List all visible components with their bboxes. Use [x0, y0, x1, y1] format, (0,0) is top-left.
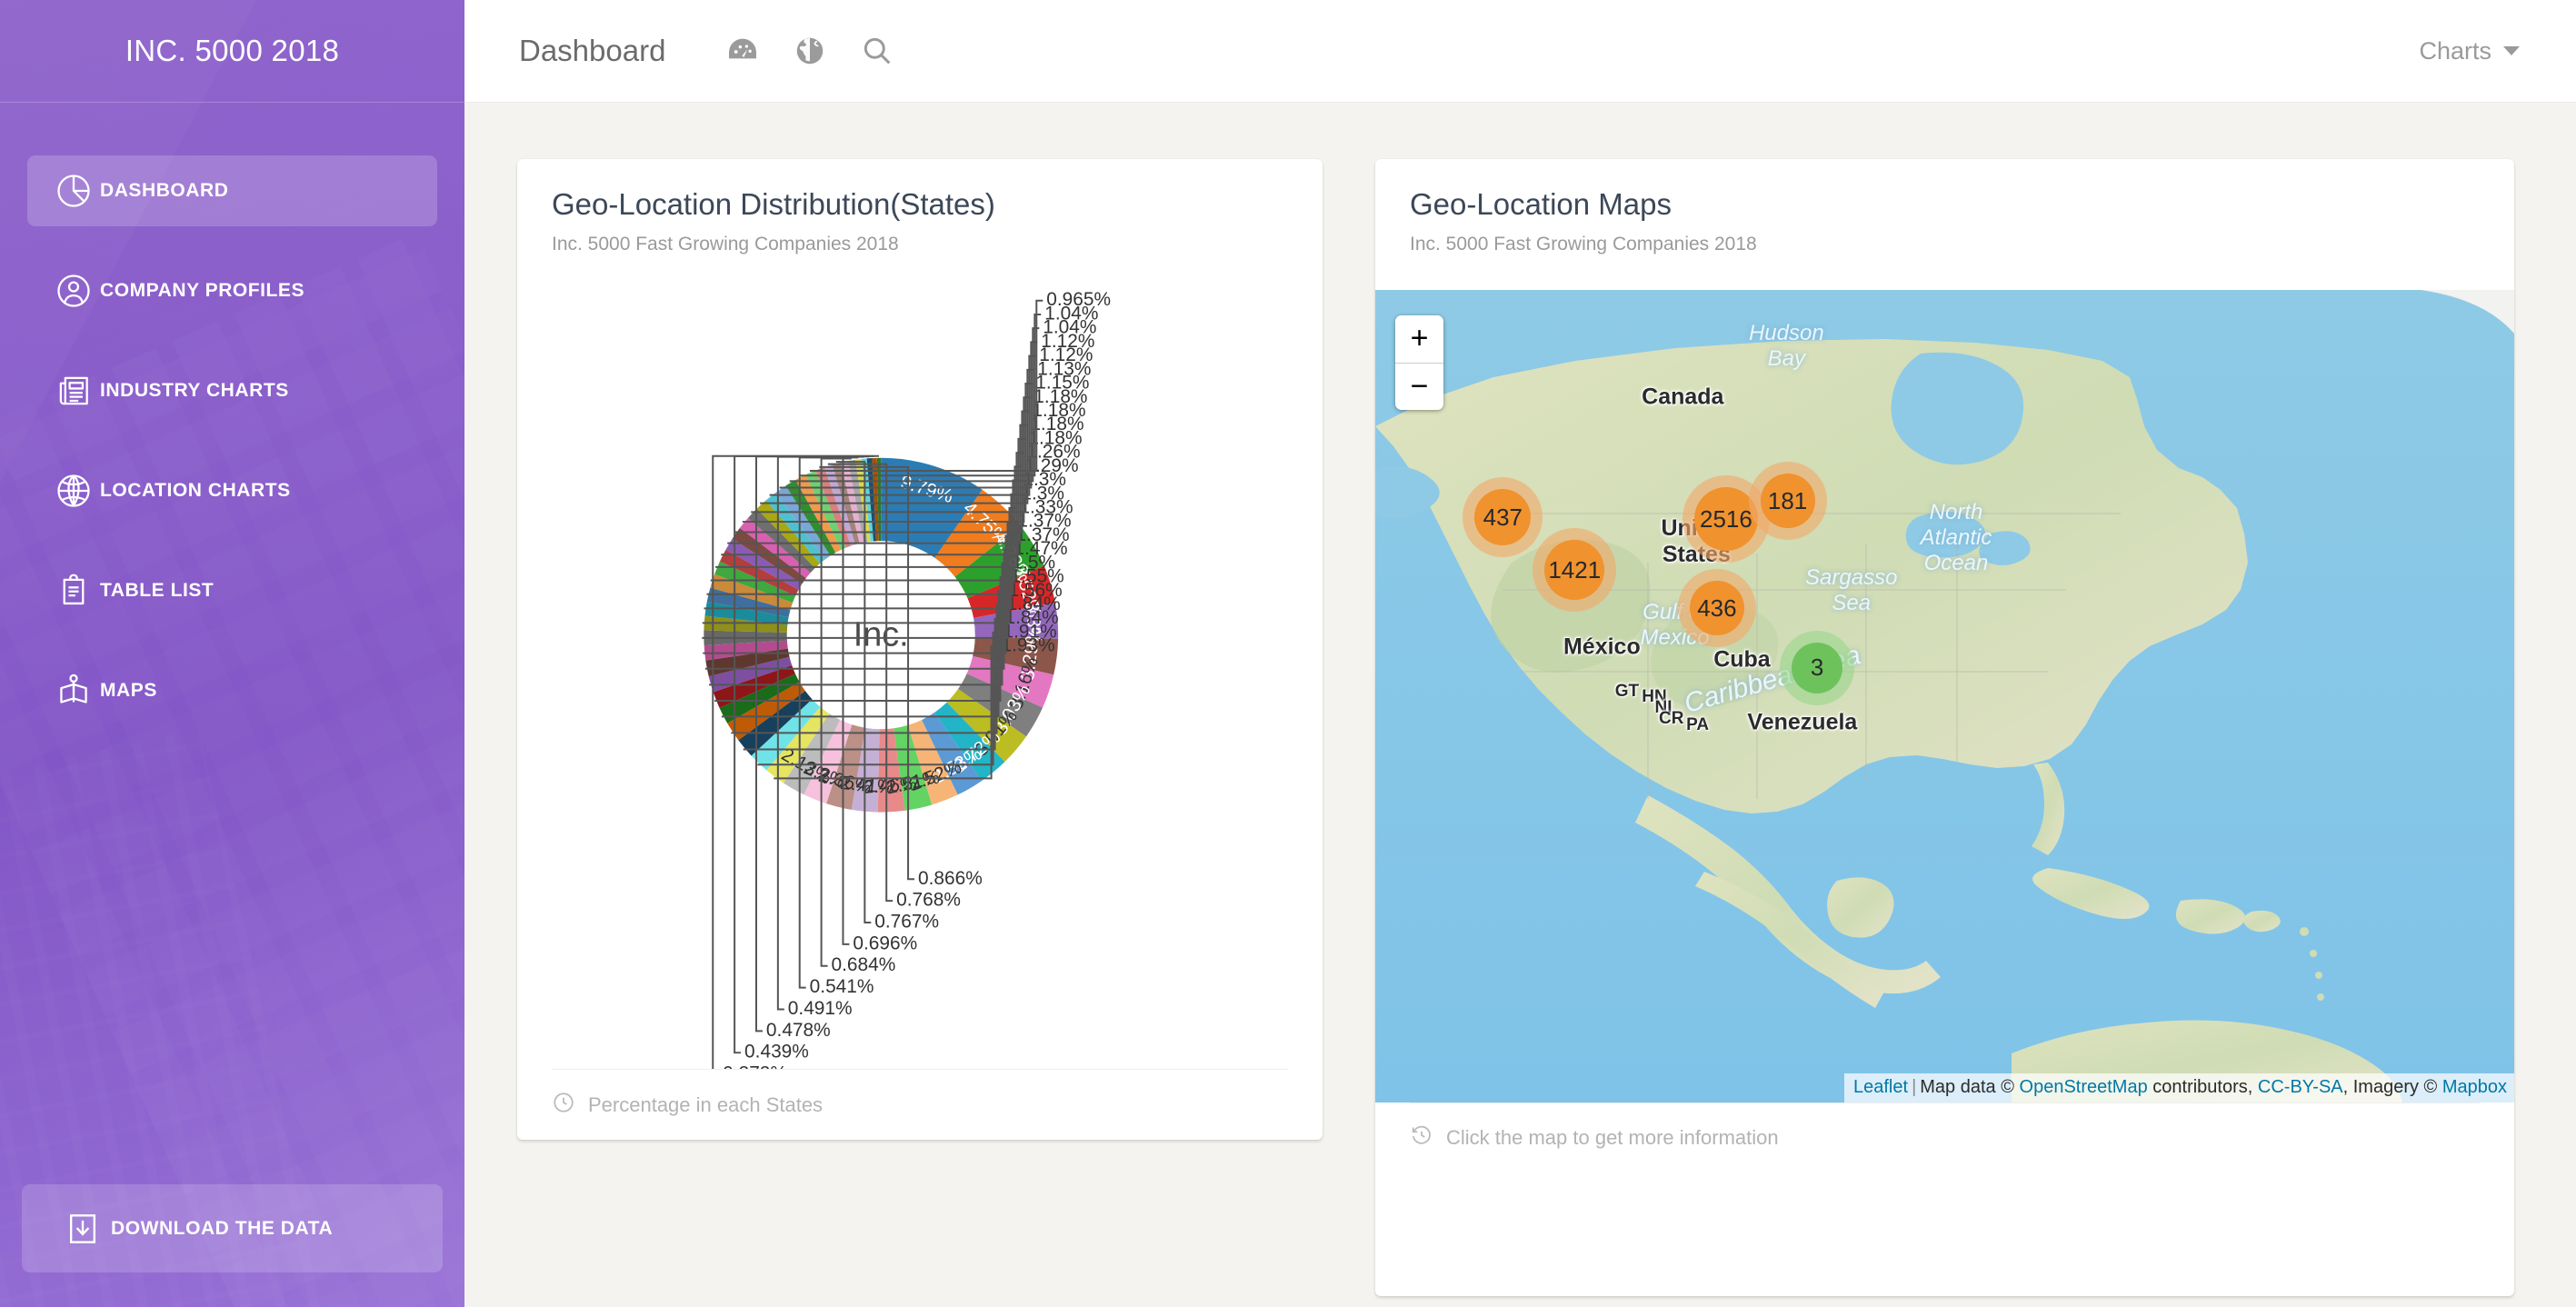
map-attribution: Leaflet | Map data © OpenStreetMap contrib…	[1844, 1073, 2514, 1102]
page-title: Dashboard	[519, 34, 666, 67]
slice-label: 0.491%	[788, 998, 853, 1019]
donut-chart-svg: Inc.9.79%4.75%4.28%3.52%3.3%3.29%3.16%3.…	[702, 289, 1111, 1069]
map-basemap	[1375, 289, 2514, 1102]
cluster-count: 436	[1689, 581, 1744, 636]
slice-label: 0.767%	[874, 911, 939, 932]
user-circle-icon	[47, 271, 100, 311]
pie-card-subtitle: Inc. 5000 Fast Growing Companies 2018	[552, 233, 899, 254]
topbar: Dashboard Charts	[464, 0, 2576, 103]
sidebar-item-label: MAPS	[100, 680, 157, 701]
sidebar-nav: DASHBOARD COMPANY PROFILES INDUSTRY CHARTS…	[0, 103, 464, 726]
map-card-footer: Click the map to get more information	[1410, 1102, 2480, 1173]
cluster-count: 3	[1792, 642, 1843, 693]
slice-label: 0.478%	[766, 1020, 831, 1041]
leaflet-map[interactable]: + − CanadaUnited StatesMéxicoCubaVenezue…	[1375, 289, 2514, 1102]
newspaper-icon	[47, 371, 100, 411]
slice-label: 0.372%	[723, 1063, 787, 1069]
slice-label: 0.439%	[744, 1042, 809, 1063]
slice-label: 0.866%	[918, 868, 983, 889]
slice-label: 0.965%	[1046, 289, 1111, 310]
search-icon[interactable]	[844, 17, 911, 85]
slice-leader-line	[799, 313, 1042, 477]
pie-card-footer-text: Percentage in each States	[588, 1092, 824, 1116]
sidebar-item-label: INDUSTRY CHARTS	[100, 380, 289, 401]
map-cluster-marker[interactable]: 3	[1780, 630, 1855, 705]
pie-card-header: Geo-Location Distribution(States) Inc. 5…	[517, 159, 1323, 255]
map-card-header: Geo-Location Maps Inc. 5000 Fast Growing…	[1375, 159, 2514, 255]
map-cluster-marker[interactable]: 181	[1748, 462, 1827, 541]
sidebar-item-company-profiles[interactable]: COMPANY PROFILES	[27, 255, 437, 326]
brand-title[interactable]: INC. 5000 2018	[0, 0, 464, 103]
slice-label: 0.684%	[832, 954, 896, 975]
charts-dropdown[interactable]: Charts	[2419, 37, 2534, 65]
sidebar-item-location-charts[interactable]: LOCATION CHARTS	[27, 455, 437, 526]
zoom-in-button[interactable]: +	[1395, 314, 1443, 363]
slice-label: 0.541%	[810, 976, 874, 997]
dashboard-content: Geo-Location Distribution(States) Inc. 5…	[464, 103, 2576, 1307]
sidebar-item-label: TABLE LIST	[100, 580, 215, 601]
chevron-down-icon	[2503, 46, 2520, 55]
map-cluster-marker[interactable]: 1421	[1533, 528, 1617, 613]
history-icon	[1410, 1123, 1433, 1152]
license-link[interactable]: CC-BY-SA	[2258, 1077, 2343, 1097]
slice-label: 0.696%	[853, 933, 917, 953]
slice-leader-line	[809, 299, 1043, 472]
map-card-footer-text: Click the map to get more information	[1446, 1126, 1779, 1150]
sidebar-item-label: DASHBOARD	[100, 180, 229, 201]
sidebar-item-industry-charts[interactable]: INDUSTRY CHARTS	[27, 355, 437, 426]
geo-location-maps-card: Geo-Location Maps Inc. 5000 Fast Growing…	[1375, 159, 2514, 1296]
pie-chart-icon	[47, 171, 100, 211]
mapbox-link[interactable]: Mapbox	[2442, 1077, 2507, 1097]
download-the-data-button[interactable]: DOWNLOAD THE DATA	[22, 1184, 443, 1272]
globe-icon[interactable]	[776, 17, 844, 85]
sidebar: INC. 5000 2018 DASHBOARD COMPANY PROFILES…	[0, 0, 464, 1307]
openstreetmap-link[interactable]: OpenStreetMap	[2020, 1077, 2148, 1097]
map-card-subtitle: Inc. 5000 Fast Growing Companies 2018	[1410, 233, 1757, 254]
geo-location-distribution-card: Geo-Location Distribution(States) Inc. 5…	[517, 159, 1323, 1140]
donut-center-label: Inc.	[854, 616, 909, 654]
globe-grid-icon	[47, 471, 100, 511]
clipboard-icon	[47, 571, 100, 611]
leaflet-link[interactable]: Leaflet	[1853, 1077, 1908, 1097]
map-cluster-marker[interactable]: 436	[1677, 569, 1756, 648]
download-icon	[55, 1209, 111, 1249]
cluster-count: 437	[1474, 489, 1532, 546]
map-cluster-marker[interactable]: 437	[1463, 477, 1543, 558]
charts-dropdown-label: Charts	[2419, 36, 2491, 65]
pie-card-footer: Percentage in each States	[552, 1069, 1288, 1140]
attrib-mid: contributors,	[2147, 1076, 2258, 1097]
clock-icon	[552, 1091, 575, 1120]
download-label: DOWNLOAD THE DATA	[111, 1217, 334, 1239]
main-region: Dashboard Charts Geo-Location Distributi…	[464, 0, 2576, 1307]
sidebar-item-dashboard[interactable]: DASHBOARD	[27, 155, 437, 226]
dashboard-gauge-icon[interactable]	[709, 17, 776, 85]
cluster-count: 1421	[1544, 540, 1605, 601]
sidebar-item-table-list[interactable]: TABLE LIST	[27, 555, 437, 626]
sidebar-item-label: COMPANY PROFILES	[100, 280, 305, 301]
donut-chart[interactable]: Inc. 9.79% 4.75% 4.28% 3.52% 3.3% 3.29% 3.16% 3.…	[517, 255, 1323, 1069]
map-pin-icon	[47, 671, 100, 711]
slice-label: 0.768%	[896, 890, 961, 911]
pie-card-title: Geo-Location Distribution(States)	[552, 187, 995, 221]
attrib-suffix: , Imagery ©	[2342, 1076, 2442, 1097]
sidebar-item-label: LOCATION CHARTS	[100, 480, 291, 501]
map-card-title: Geo-Location Maps	[1410, 187, 1672, 221]
map-zoom-control: + −	[1395, 314, 1443, 410]
cluster-count: 181	[1760, 474, 1815, 529]
attrib-prefix: Map data ©	[1920, 1076, 2020, 1097]
sidebar-item-maps[interactable]: MAPS	[27, 655, 437, 726]
zoom-out-button[interactable]: −	[1395, 362, 1443, 410]
